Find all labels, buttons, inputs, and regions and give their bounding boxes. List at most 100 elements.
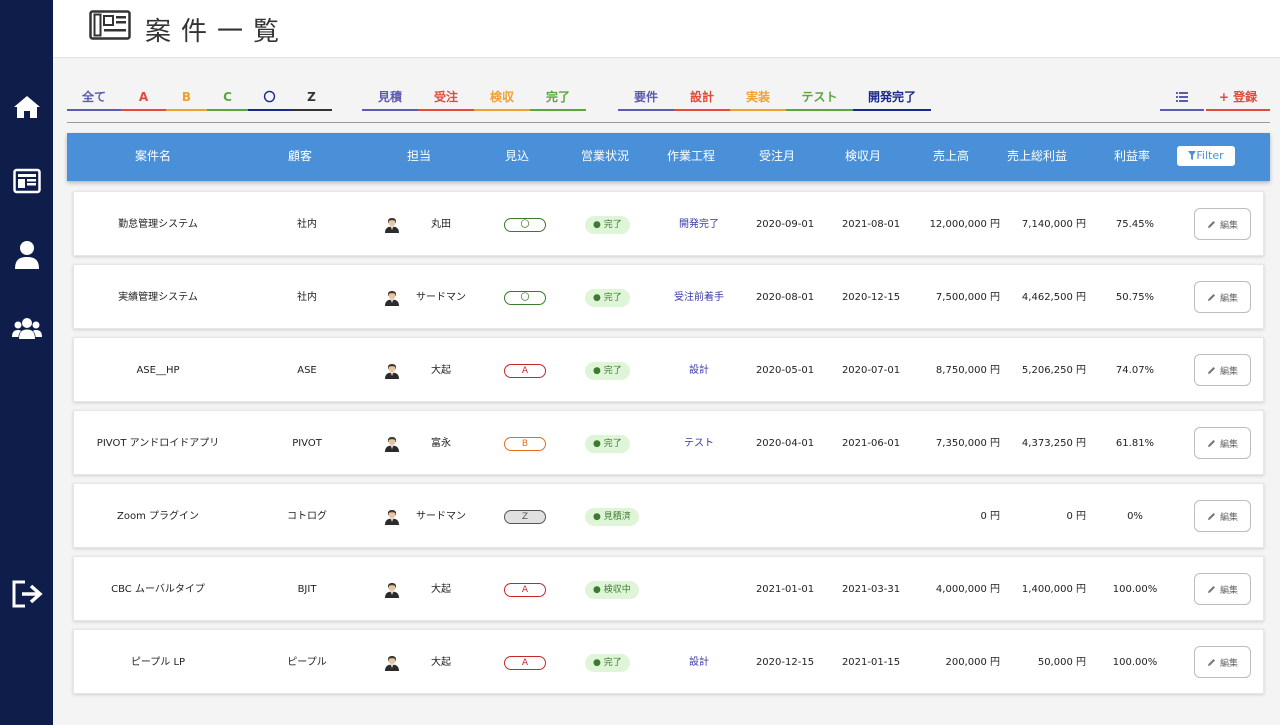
edit-button[interactable]: 編集 [1194, 354, 1251, 386]
list-button[interactable] [0, 161, 53, 201]
edit-button[interactable]: 編集 [1194, 281, 1251, 313]
pencil-icon [1207, 658, 1215, 666]
list-view-icon [1176, 92, 1188, 102]
process-stage: 開発完了 [679, 219, 719, 230]
mikomi-badge: A [504, 656, 546, 670]
filter-button-label: Filter [1196, 149, 1224, 162]
status-badge: ● 完了 [585, 289, 630, 307]
client-name: ピープル [287, 657, 327, 668]
col-header-name[interactable]: 案件名 [103, 133, 203, 181]
logout-button[interactable] [0, 574, 53, 614]
col-header-status[interactable]: 営業状況 [565, 133, 645, 181]
table-row[interactable]: Zoom プラグイン コトログ サードマン Z ● 見積済 0 円 0 円 0% 編集 [73, 483, 1264, 548]
sales-amount: 12,000,000 円 [929, 219, 1000, 230]
col-header-mikomi[interactable]: 見込 [487, 133, 547, 181]
project-name[interactable]: CBC ムーバルタイプ [78, 557, 238, 622]
staff-name: サードマン [416, 292, 466, 303]
edit-button[interactable]: 編集 [1194, 427, 1251, 459]
order-month: 2020-12-15 [755, 657, 815, 668]
edit-button-label: 編集 [1219, 658, 1238, 669]
filter-process-underline [730, 109, 786, 111]
order-month: 2021-01-01 [755, 584, 815, 595]
table-row[interactable]: 勤怠管理システム 社内 丸田 〇 ● 完了 開発完了 2020-09-01 2021-08-0… [73, 191, 1264, 256]
col-header-accept-month[interactable]: 検収月 [825, 133, 901, 181]
filter-process-underline [853, 109, 931, 111]
status-badge: ● 検収中 [585, 581, 639, 599]
sales-amount: 0 円 [980, 511, 1000, 522]
list-view-underline [1160, 109, 1204, 111]
user-button[interactable] [0, 235, 53, 275]
col-header-staff[interactable]: 担当 [374, 133, 464, 181]
status-badge: ● 見積済 [585, 508, 639, 526]
header: 案件一覧 [53, 0, 1280, 58]
profit-rate: 61.81% [1115, 438, 1155, 449]
table-row[interactable]: CBC ムーバルタイプ BJIT 大起 A ● 検収中 2021-01-01 2021-03… [73, 556, 1264, 621]
staff-name: 丸田 [431, 219, 451, 230]
edit-button[interactable]: 編集 [1194, 500, 1251, 532]
accept-month: 2020-12-15 [841, 292, 901, 303]
filter-button[interactable]: Filter [1177, 146, 1235, 166]
client-name: PIVOT [292, 438, 322, 449]
status-badge: ● 完了 [585, 362, 630, 380]
filter-process-underline [618, 109, 674, 111]
table-header: 案件名 顧客 担当 見込 営業状況 作業工程 受注月 検収月 売上高 売上総利益… [67, 133, 1270, 181]
filter-grade-underline [207, 109, 248, 111]
order-month: 2020-08-01 [755, 292, 815, 303]
accept-month: 2021-06-01 [841, 438, 901, 449]
col-header-profit[interactable]: 売上総利益 [997, 133, 1077, 181]
status-badge: ● 完了 [585, 435, 630, 453]
project-name[interactable]: PIVOT アンドロイドアプリ [78, 411, 238, 476]
edit-button-label: 編集 [1219, 585, 1238, 596]
mikomi-badge: 〇 [504, 218, 546, 232]
client-name: BJIT [297, 584, 317, 595]
mikomi-badge: Z [504, 510, 546, 524]
filter-grade-underline [121, 109, 166, 111]
profit-rate: 75.45% [1115, 219, 1155, 230]
table-row[interactable]: ピープル LP ピープル 大起 A ● 完了 設計 2020-12-15 2021-01-15… [73, 629, 1264, 694]
sales-amount: 8,750,000 円 [935, 365, 1000, 376]
page-title: 案件一覧 [145, 17, 290, 47]
newspaper-icon [89, 10, 131, 40]
table-row[interactable]: PIVOT アンドロイドアプリ PIVOT 富永 B ● 完了 テスト 2020-04-01… [73, 410, 1264, 475]
staff-avatar [383, 361, 401, 379]
staff-avatar [383, 434, 401, 452]
col-header-order-month[interactable]: 受注月 [739, 133, 815, 181]
pencil-icon [1207, 585, 1215, 593]
pencil-icon [1207, 512, 1215, 520]
home-button[interactable] [0, 87, 53, 127]
process-stage [659, 484, 739, 549]
filter-process-underline [786, 109, 853, 111]
col-header-rate[interactable]: 利益率 [1097, 133, 1167, 181]
edit-button[interactable]: 編集 [1194, 646, 1251, 678]
users-button[interactable] [0, 309, 53, 349]
project-name[interactable]: 実績管理システム [78, 265, 238, 330]
pencil-icon [1207, 439, 1215, 447]
col-header-client[interactable]: 顧客 [255, 133, 345, 181]
process-stage: 設計 [689, 365, 709, 376]
staff-avatar [383, 507, 401, 525]
col-header-process[interactable]: 作業工程 [651, 133, 731, 181]
edit-button[interactable]: 編集 [1194, 573, 1251, 605]
filter-grade-underline [291, 109, 332, 111]
staff-name: 富永 [431, 438, 451, 449]
profit-rate: 100.00% [1112, 584, 1158, 595]
staff-name: サードマン [416, 511, 466, 522]
filter-grade-underline [166, 109, 207, 111]
process-stage: テスト [684, 438, 714, 449]
mikomi-badge: B [504, 437, 546, 451]
accept-month [833, 484, 909, 549]
project-name[interactable]: 勤怠管理システム [78, 192, 238, 257]
mikomi-badge: 〇 [504, 291, 546, 305]
process-stage: 設計 [689, 657, 709, 668]
edit-button-label: 編集 [1219, 366, 1238, 377]
register-underline [1206, 109, 1270, 111]
col-header-sales[interactable]: 売上高 [913, 133, 989, 181]
table-row[interactable]: ASE__HP ASE 大起 A ● 完了 設計 2020-05-01 2020-07-01 8… [73, 337, 1264, 402]
edit-button[interactable]: 編集 [1194, 208, 1251, 240]
table-row[interactable]: 実績管理システム 社内 サードマン 〇 ● 完了 受注前着手 2020-08-01 2020-… [73, 264, 1264, 329]
staff-avatar [383, 215, 401, 233]
project-name[interactable]: ピープル LP [78, 630, 238, 695]
project-name[interactable]: Zoom プラグイン [78, 484, 238, 549]
project-name[interactable]: ASE__HP [78, 338, 238, 403]
pencil-icon [1207, 366, 1215, 374]
